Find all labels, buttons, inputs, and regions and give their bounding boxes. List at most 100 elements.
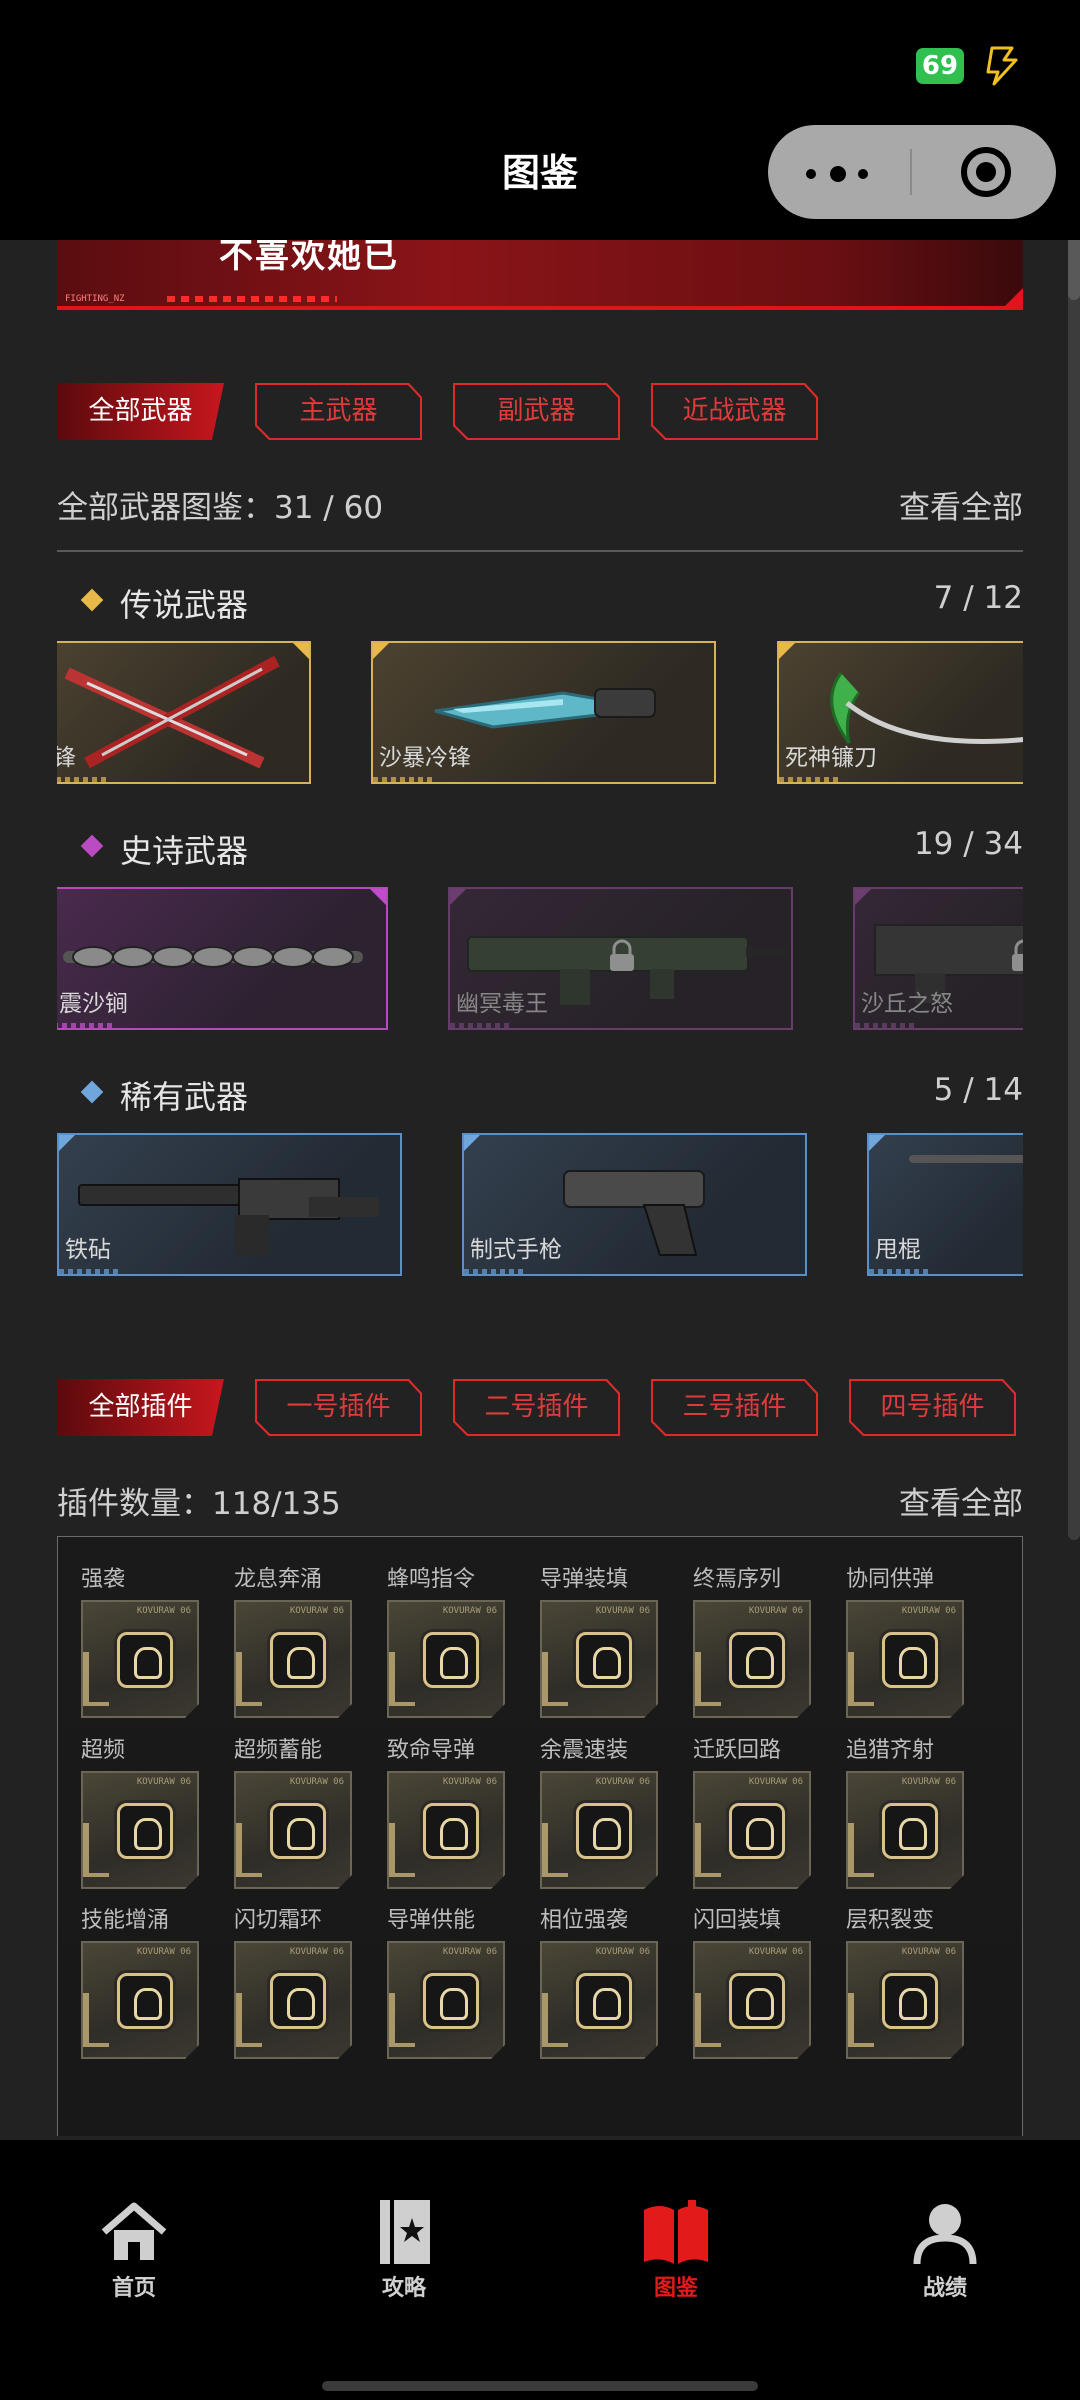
lock-icon (1012, 939, 1023, 971)
weapon-card[interactable]: 死神镰刀 (777, 641, 1023, 784)
plugin-view-all-link[interactable]: 查看全部 (899, 1478, 1023, 1523)
plugin-emblem-icon: KOVURAW 06 (81, 1771, 199, 1889)
nav-codex[interactable]: 图鉴 (606, 2196, 746, 2302)
category-name: 史诗武器 (120, 832, 249, 870)
plugin-name: 闪切霜环 (234, 1908, 323, 1933)
plugin-item[interactable]: 闪回装填 KOVURAW 06 (693, 1902, 818, 2059)
bottom-nav: 首页 攻略 图鉴 战绩 (0, 2140, 1080, 2400)
plugin-emblem-icon: KOVURAW 06 (234, 1941, 352, 2059)
plugin-name: 余震速装 (540, 1738, 629, 1763)
weapon-card[interactable]: 甩棍 (867, 1133, 1023, 1276)
tab-plugin-4[interactable]: 四号插件 (849, 1379, 1016, 1436)
weapon-collection-count: 全部武器图鉴：31 / 60 (57, 490, 384, 526)
weapon-summary-row: 全部武器图鉴：31 / 60 查看全部 (57, 482, 1023, 526)
charging-bolt-icon (986, 46, 1018, 86)
plugin-count: 插件数量：118/135 (57, 1486, 341, 1522)
plugin-name: 相位强袭 (540, 1908, 629, 1933)
plugin-summary-row: 插件数量：118/135 查看全部 (57, 1478, 1023, 1522)
plugin-item[interactable]: 终焉序列 KOVURAW 06 (693, 1561, 818, 1718)
page-scrollbar[interactable] (1068, 180, 1080, 1540)
weapon-name: 制式手枪 (470, 1237, 562, 1263)
nav-record[interactable]: 战绩 (875, 2196, 1015, 2302)
top-bar: 69 图鉴 (0, 0, 1080, 240)
rare-weapon-row: 铁砧 制式手枪 甩棍 (57, 1133, 1023, 1278)
guide-card-icon (380, 2200, 430, 2264)
weapon-name: 幽冥毒王 (456, 991, 548, 1017)
legendary-diamond-icon (80, 588, 104, 612)
weapon-name: 甩棍 (875, 1237, 921, 1263)
plugin-emblem-icon: KOVURAW 06 (693, 1771, 811, 1889)
plugin-item[interactable]: 强袭 KOVURAW 06 (81, 1561, 206, 1718)
weapon-card-locked[interactable]: 沙丘之怒 (853, 887, 1023, 1030)
capsule-divider (910, 149, 912, 195)
plugin-name: 龙息奔涌 (234, 1567, 323, 1592)
plugin-item[interactable]: 相位强袭 KOVURAW 06 (540, 1902, 665, 2059)
plugin-emblem-icon: KOVURAW 06 (81, 1600, 199, 1718)
plugin-emblem-icon: KOVURAW 06 (387, 1600, 505, 1718)
epic-diamond-icon (80, 834, 104, 858)
tab-all-weapons[interactable]: 全部武器 (57, 383, 224, 440)
codex-book-icon (644, 2200, 708, 2264)
weapon-progress-line (57, 550, 1023, 552)
plugin-item[interactable]: 超频蓄能 KOVURAW 06 (234, 1732, 359, 1889)
plugin-emblem-icon: KOVURAW 06 (846, 1600, 964, 1718)
plugin-item[interactable]: 迁跃回路 KOVURAW 06 (693, 1732, 818, 1889)
category-legendary-header: 传说武器 7 / 12 (80, 580, 1023, 624)
nav-guide[interactable]: 攻略 (334, 2196, 474, 2302)
plugin-item[interactable]: 蜂鸣指令 KOVURAW 06 (387, 1561, 512, 1718)
plugin-name: 强袭 (81, 1567, 126, 1592)
weapon-card[interactable]: 锋 (57, 641, 311, 784)
plugin-item[interactable]: 余震速装 KOVURAW 06 (540, 1732, 665, 1889)
tab-secondary-weapons[interactable]: 副武器 (453, 383, 620, 440)
weapon-card-locked[interactable]: 幽冥毒王 (448, 887, 793, 1030)
plugin-name: 层积裂变 (846, 1908, 935, 1933)
tab-plugin-2[interactable]: 二号插件 (453, 1379, 620, 1436)
plugin-emblem-icon: KOVURAW 06 (540, 1941, 658, 2059)
nav-home[interactable]: 首页 (64, 2196, 204, 2302)
plugin-name: 蜂鸣指令 (387, 1567, 476, 1592)
plugin-item[interactable]: 超频 KOVURAW 06 (81, 1732, 206, 1889)
featured-banner[interactable]: 不喜欢她已 FIGHTING_NZ (57, 232, 1023, 310)
weapon-card[interactable]: 震沙锏 (57, 887, 388, 1030)
weapon-card[interactable]: 沙暴冷锋 (371, 641, 716, 784)
tab-melee-weapons[interactable]: 近战武器 (651, 383, 818, 440)
plugin-item[interactable]: 技能增涌 KOVURAW 06 (81, 1902, 206, 2059)
plugin-item[interactable]: 致命导弹 KOVURAW 06 (387, 1732, 512, 1889)
plugin-emblem-icon: KOVURAW 06 (234, 1600, 352, 1718)
plugin-name: 迁跃回路 (693, 1738, 782, 1763)
plugin-emblem-icon: KOVURAW 06 (387, 1771, 505, 1889)
plugin-item[interactable]: 龙息奔涌 KOVURAW 06 (234, 1561, 359, 1718)
plugin-emblem-icon: KOVURAW 06 (81, 1941, 199, 2059)
plugin-item[interactable]: 协同供弹 KOVURAW 06 (846, 1561, 971, 1718)
category-epic-header: 史诗武器 19 / 34 (80, 826, 1023, 870)
weapon-card[interactable]: 铁砧 (57, 1133, 402, 1276)
tab-primary-weapons[interactable]: 主武器 (255, 383, 422, 440)
epic-weapon-row: 震沙锏 幽冥毒王 沙丘之怒 (57, 887, 1023, 1032)
plugin-name: 技能增涌 (81, 1908, 170, 1933)
plugin-name: 致命导弹 (387, 1738, 476, 1763)
home-indicator (322, 2381, 758, 2391)
plugin-item[interactable]: 追猎齐射 KOVURAW 06 (846, 1732, 971, 1889)
plugin-emblem-icon: KOVURAW 06 (846, 1941, 964, 2059)
tab-all-plugins[interactable]: 全部插件 (57, 1379, 224, 1436)
plugin-item[interactable]: 导弹供能 KOVURAW 06 (387, 1902, 512, 2059)
weapon-name: 锋 (57, 738, 76, 772)
tab-plugin-3[interactable]: 三号插件 (651, 1379, 818, 1436)
plugin-item[interactable]: 导弹装填 KOVURAW 06 (540, 1561, 665, 1718)
plugin-item[interactable]: 闪切霜环 KOVURAW 06 (234, 1902, 359, 2059)
plugin-grid: 强袭 KOVURAW 06 龙息奔涌 KOVURAW 06 蜂鸣指令 KOVURAW 06… (57, 1536, 1023, 2136)
plugin-emblem-icon: KOVURAW 06 (234, 1771, 352, 1889)
category-count: 19 / 34 (913, 826, 1023, 862)
category-count: 7 / 12 (933, 580, 1023, 616)
banner-corner (1005, 288, 1023, 306)
close-miniprogram-button[interactable] (961, 147, 1011, 197)
weapon-view-all-link[interactable]: 查看全部 (899, 482, 1023, 527)
category-count: 5 / 14 (933, 1072, 1023, 1108)
plugin-emblem-icon: KOVURAW 06 (540, 1771, 658, 1889)
weapon-name: 死神镰刀 (785, 745, 877, 771)
rare-diamond-icon (80, 1080, 104, 1104)
tab-plugin-1[interactable]: 一号插件 (255, 1379, 422, 1436)
plugin-item[interactable]: 层积裂变 KOVURAW 06 (846, 1902, 971, 2059)
plugin-filter-tabs: 全部插件 一号插件 二号插件 三号插件 四号插件 (57, 1379, 1016, 1436)
weapon-card[interactable]: 制式手枪 (462, 1133, 807, 1276)
